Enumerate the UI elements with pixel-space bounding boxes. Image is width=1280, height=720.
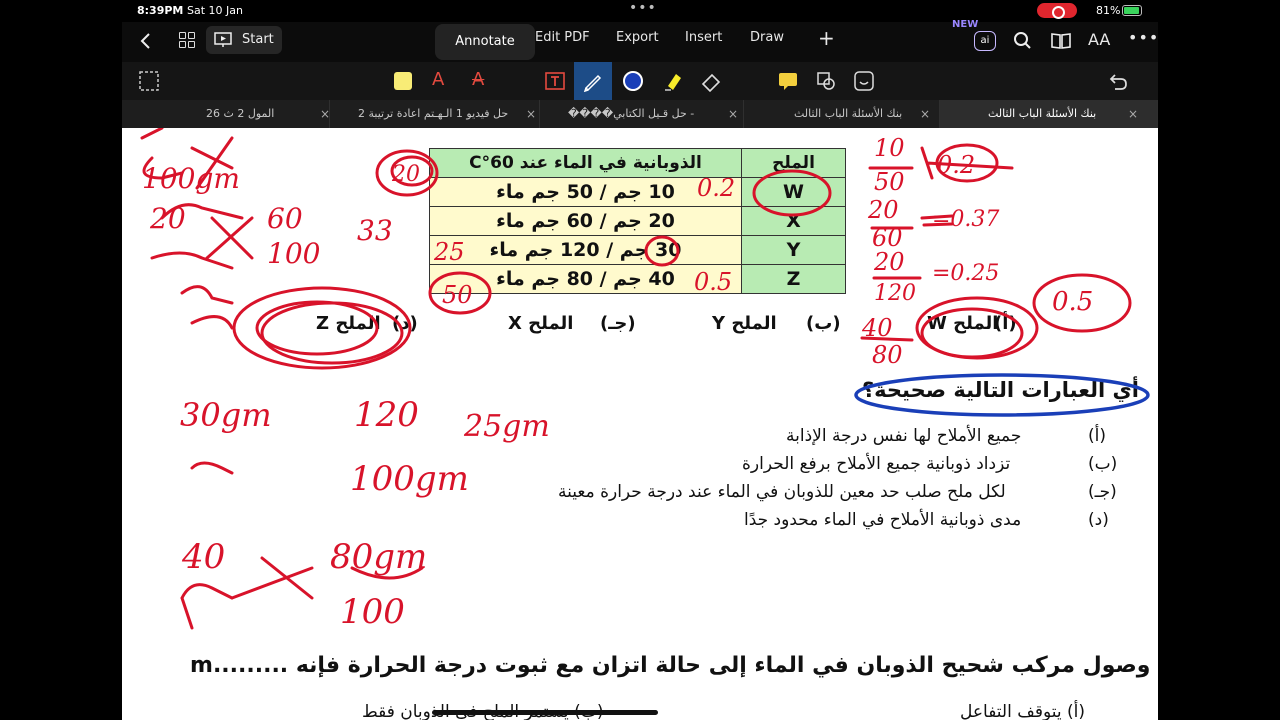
left-margin	[0, 22, 122, 720]
right-margin	[1158, 22, 1280, 720]
note-text: 25gm	[463, 409, 550, 444]
highlight-color-icon[interactable]	[392, 70, 414, 92]
text-color-icon[interactable]: A	[432, 69, 454, 91]
new-badge: NEW	[952, 19, 979, 30]
close-tab-icon[interactable]: ×	[320, 100, 330, 128]
undo-icon[interactable]	[1107, 70, 1129, 92]
doc-tab[interactable]: × بنك الأسئلة الباب الثالث	[940, 100, 1158, 128]
pen-icon	[583, 74, 602, 92]
note-text: 20	[391, 162, 420, 187]
ratio-text: 20	[873, 248, 905, 276]
doc-tab-title: ����حل قـيل الكتابي -	[568, 107, 695, 120]
tab-edit-pdf[interactable]: Edit PDF	[535, 30, 590, 45]
note-text: 0.2	[697, 174, 735, 202]
result-text: =0.37	[932, 207, 999, 232]
tab-insert[interactable]: Insert	[685, 30, 722, 45]
ratio-text: 80	[872, 341, 903, 369]
doc-tab[interactable]: × بنك الأسئلة الباب الثالث	[744, 100, 940, 128]
top-toolbar: Start Annotate Edit PDF Export Insert Dr…	[122, 19, 1159, 62]
battery-level: 81%	[1096, 4, 1121, 17]
note-text: 0.5	[694, 268, 732, 296]
note-text: 33	[357, 214, 393, 247]
note-text: 50	[442, 281, 473, 309]
tab-export[interactable]: Export	[616, 30, 659, 45]
home-indicator[interactable]	[432, 710, 658, 715]
status-time: 8:39PM	[137, 4, 184, 17]
doc-tab-title: بنك الأسئلة الباب الثالث	[794, 107, 903, 120]
ratio-text: 10	[874, 134, 905, 162]
multitask-dots-icon[interactable]: •••	[629, 0, 657, 16]
note-text: 120	[354, 395, 419, 435]
status-date: Sat 10 Jan	[187, 4, 243, 17]
doc-tab-title: بنك الأسئلة الباب الثالث	[988, 107, 1097, 120]
result-text: 0.2	[937, 151, 975, 179]
ratio-text: 120	[874, 281, 916, 306]
status-bar: 8:39PM Sat 10 Jan ••• 81%	[0, 0, 1280, 22]
start-button[interactable]: Start	[206, 26, 282, 54]
text-size-icon[interactable]: AA	[1088, 30, 1110, 49]
doc-tab[interactable]: × حل فيديو 1 الـهـتم اعادة ترتيبة 2	[330, 100, 540, 128]
more-options-icon[interactable]: •••	[1128, 28, 1159, 47]
lasso-select-icon[interactable]	[138, 70, 160, 92]
tab-annotate[interactable]: Annotate	[435, 24, 535, 60]
doc-tab[interactable]: × المول 2 ث 26	[122, 100, 330, 128]
pen-tool-selected[interactable]	[574, 62, 612, 100]
doc-tab-title: حل فيديو 1 الـهـتم اعادة ترتيبة 2	[358, 107, 509, 120]
tab-draw[interactable]: Draw	[750, 30, 784, 45]
note-text: 100	[340, 592, 405, 632]
search-icon[interactable]	[1012, 31, 1034, 51]
annotation-tools-bar: A A	[122, 62, 1158, 100]
document-tabs: × بنك الأسئلة الباب الثالث × بنك الأسئلة…	[122, 100, 1158, 128]
text-box-icon[interactable]	[544, 70, 566, 92]
strikethrough-icon[interactable]: A	[472, 69, 494, 91]
pdf-page[interactable]: الملح الذوبانية في الماء عند 60°C W 10 ج…	[122, 128, 1158, 720]
thumbnails-grid-icon[interactable]	[178, 31, 200, 51]
close-tab-icon[interactable]: ×	[1128, 100, 1138, 128]
start-label: Start	[242, 32, 274, 47]
battery-icon	[1122, 5, 1142, 16]
note-text: 80gm	[330, 537, 427, 577]
note-text: 100gm	[142, 162, 240, 195]
shapes-icon[interactable]	[815, 70, 837, 92]
back-chevron-icon[interactable]	[136, 31, 158, 51]
close-tab-icon[interactable]: ×	[526, 100, 536, 128]
ratio-text: 40	[861, 314, 893, 342]
doc-tab-title: المول 2 ث 26	[206, 107, 275, 120]
ai-assistant-button[interactable]: ai	[974, 31, 996, 51]
handwriting-layer: 100gm 20 60 100 33 20 0.2 25 50 0.5 10 5…	[140, 128, 1150, 632]
highlighter-icon[interactable]	[662, 70, 684, 92]
sticker-icon[interactable]	[853, 70, 875, 92]
pen-color-icon[interactable]	[622, 70, 644, 92]
note-text: 100	[267, 237, 320, 270]
note-text: 20	[149, 202, 186, 235]
ratio-text: 50	[874, 168, 905, 196]
note-text: 30gm	[180, 396, 272, 434]
comment-note-icon[interactable]	[777, 70, 799, 92]
ratio-text: 20	[867, 196, 899, 224]
result-text: 0.5	[1052, 287, 1093, 317]
close-tab-icon[interactable]: ×	[728, 100, 738, 128]
doc-tab[interactable]: × ����حل قـيل الكتابي -	[540, 100, 744, 128]
note-text: 60	[267, 202, 303, 235]
note-text: 25	[433, 238, 465, 266]
close-tab-icon[interactable]: ×	[920, 100, 930, 128]
add-plus-icon[interactable]: +	[818, 26, 835, 50]
note-text: 40	[181, 537, 225, 577]
reading-book-icon[interactable]	[1050, 31, 1072, 51]
result-text: =0.25	[932, 261, 999, 286]
eraser-icon[interactable]	[700, 70, 722, 92]
present-icon	[214, 32, 232, 47]
screen-record-icon[interactable]	[1037, 3, 1077, 19]
note-text: 100gm	[350, 459, 469, 499]
